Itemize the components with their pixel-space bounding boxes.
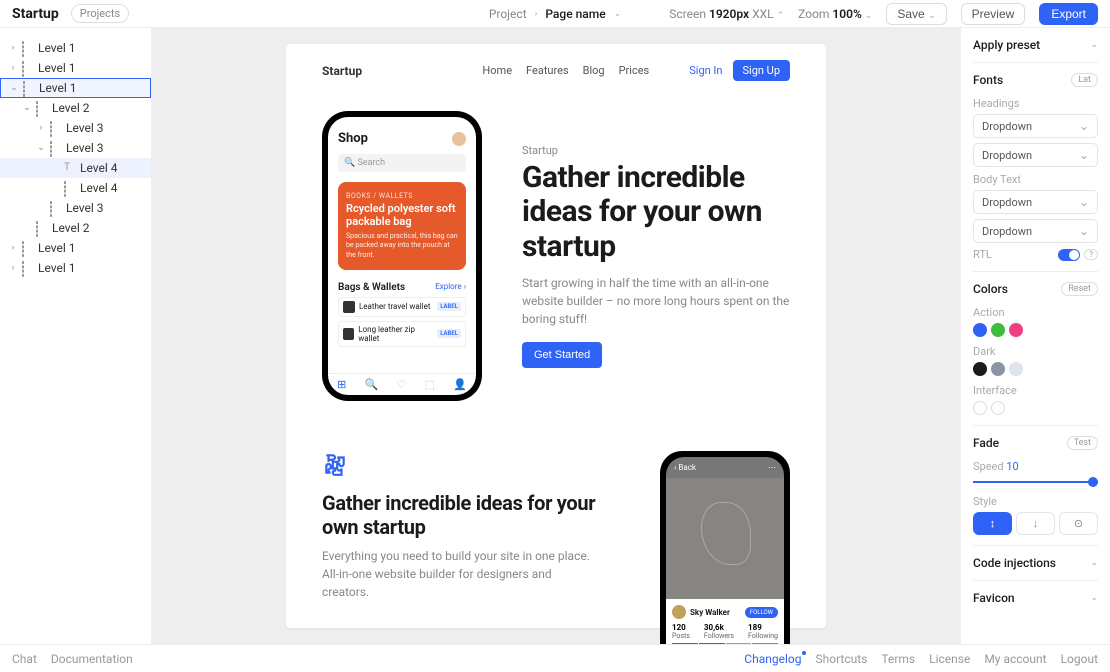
rtl-label: RTL	[973, 248, 992, 261]
tree-item[interactable]: Level 4	[0, 178, 151, 198]
feature-title: Gather incredible ideas for your own sta…	[322, 491, 600, 539]
tree-item[interactable]: ›Level 1	[0, 38, 151, 58]
footer: Chat Documentation Changelog Shortcuts Term…	[0, 644, 1110, 672]
tree-item[interactable]: ⌄Level 3	[0, 138, 151, 158]
code-injections-section[interactable]: Code injections⌄	[973, 556, 1098, 570]
footer-link[interactable]: Shortcuts	[815, 652, 867, 666]
reset-button[interactable]: Reset	[1061, 282, 1098, 296]
projects-pill[interactable]: Projects	[71, 4, 129, 23]
page-logo[interactable]: Startup	[322, 64, 362, 78]
layer-tree: ›Level 1›Level 1⌄Level 1⌄Level 2›Level 3…	[0, 28, 152, 644]
nav-link[interactable]: Blog	[583, 64, 605, 77]
color-swatch[interactable]	[1009, 323, 1023, 337]
nav-link[interactable]: Home	[482, 64, 512, 77]
fonts-label: Fonts	[973, 73, 1003, 87]
save-button[interactable]: Save ⌄	[886, 3, 946, 25]
screen-control[interactable]: Screen 1920px XXL ⌃	[669, 7, 784, 21]
action-label: Action	[973, 306, 1098, 319]
tree-item[interactable]: ⌄Level 1	[0, 78, 151, 98]
color-swatch[interactable]	[991, 401, 1005, 415]
style-option-2[interactable]: ↓	[1016, 512, 1055, 535]
hero-body: Start growing in half the time with an a…	[522, 274, 790, 328]
test-button[interactable]: Test	[1067, 436, 1098, 450]
phone-mockup-1: Shop 🔍 Search BOOKS / WALLETS Rcycled po…	[322, 111, 482, 401]
fade-label: Fade	[973, 436, 999, 450]
hero-title: Gather incredible ideas for your own sta…	[522, 161, 790, 265]
footer-link[interactable]: Changelog	[744, 652, 801, 666]
nav-link[interactable]: Features	[526, 64, 569, 77]
tree-item[interactable]: Level 2	[0, 218, 151, 238]
body-text-label: Body Text	[973, 173, 1098, 186]
style-label: Style	[973, 495, 1098, 508]
color-swatch[interactable]	[973, 323, 987, 337]
tree-item[interactable]: ›Level 3	[0, 118, 151, 138]
color-swatch[interactable]	[1009, 362, 1023, 376]
colors-label: Colors	[973, 282, 1008, 296]
speed-slider[interactable]	[973, 481, 1098, 483]
color-swatch[interactable]	[973, 362, 987, 376]
signup-button[interactable]: Sign Up	[733, 60, 791, 81]
tree-item[interactable]: ›Level 1	[0, 258, 151, 278]
footer-link[interactable]: Logout	[1061, 652, 1098, 666]
favicon-section[interactable]: Favicon⌄	[973, 591, 1098, 605]
help-icon[interactable]: ?	[1084, 249, 1098, 260]
heading-font-dropdown[interactable]: Dropdown	[973, 114, 1098, 138]
preview-button[interactable]: Preview	[961, 3, 1026, 25]
tree-item[interactable]: TLevel 4	[0, 158, 151, 178]
interface-label: Interface	[973, 384, 1098, 397]
puzzle-icon	[322, 451, 348, 477]
footer-link[interactable]: Terms	[881, 652, 915, 666]
body-font-dropdown[interactable]: Dropdown	[973, 190, 1098, 214]
tree-item[interactable]: ›Level 1	[0, 58, 151, 78]
headings-label: Headings	[973, 97, 1098, 110]
style-option-1[interactable]: ↕	[973, 512, 1012, 535]
body-weight-dropdown[interactable]: Dropdown	[973, 219, 1098, 243]
apply-preset-section[interactable]: Apply preset⌄	[973, 38, 1098, 52]
style-option-3[interactable]: ⊙	[1059, 512, 1098, 535]
page-preview: Startup Home Features Blog Prices Sign In S…	[286, 44, 826, 628]
zoom-control[interactable]: Zoom 100% ⌄	[798, 7, 872, 21]
footer-link[interactable]: My account	[984, 652, 1046, 666]
feature-body: Everything you need to build your site i…	[322, 547, 600, 601]
eyebrow: Startup	[522, 144, 790, 157]
footer-link[interactable]: Documentation	[51, 652, 133, 666]
breadcrumb-root[interactable]: Project	[489, 7, 527, 21]
nav-link[interactable]: Prices	[619, 64, 650, 77]
heading-weight-dropdown[interactable]: Dropdown	[973, 143, 1098, 167]
color-swatch[interactable]	[991, 323, 1005, 337]
signin-link[interactable]: Sign In	[689, 64, 722, 77]
fonts-chip[interactable]: Lat	[1071, 73, 1098, 87]
color-swatch[interactable]	[973, 401, 987, 415]
footer-link[interactable]: Chat	[12, 652, 37, 666]
properties-panel: Apply preset⌄ Fonts Lat Headings Dropdown…	[960, 28, 1110, 644]
chevron-right-icon: ›	[535, 9, 538, 19]
brand: Startup	[12, 6, 59, 22]
tree-item[interactable]: ›Level 1	[0, 238, 151, 258]
tree-item[interactable]: ⌄Level 2	[0, 98, 151, 118]
breadcrumb: Project › Page name ⌄	[489, 7, 621, 21]
get-started-button[interactable]: Get Started	[522, 342, 602, 368]
footer-link[interactable]: License	[929, 652, 970, 666]
page-nav: Home Features Blog Prices	[482, 64, 649, 77]
export-button[interactable]: Export	[1039, 3, 1098, 25]
canvas[interactable]: Startup Home Features Blog Prices Sign In S…	[152, 28, 960, 644]
tree-item[interactable]: Level 3	[0, 198, 151, 218]
phone-mockup-2: ‹ Back⋯ Sky WalkerFOLLOW 120Posts30,6kFo…	[660, 451, 790, 644]
chevron-down-icon[interactable]: ⌄	[614, 9, 622, 19]
color-swatch[interactable]	[991, 362, 1005, 376]
dark-label: Dark	[973, 345, 1098, 358]
rtl-toggle[interactable]	[1058, 249, 1080, 261]
breadcrumb-active[interactable]: Page name	[545, 7, 605, 21]
